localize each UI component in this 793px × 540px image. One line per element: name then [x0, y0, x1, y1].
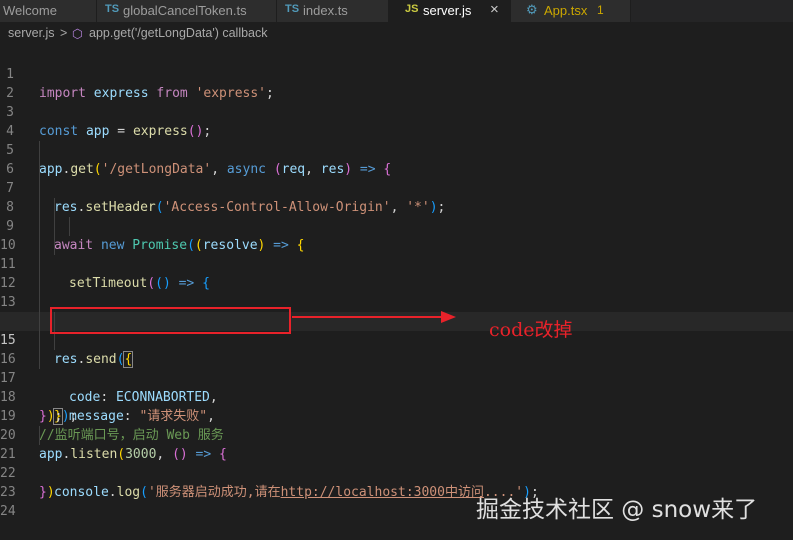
- code-line-13: 13: [0, 274, 793, 310]
- code-line-1: 1 import express from 'express';: [0, 46, 793, 101]
- indent-guide: [39, 236, 40, 255]
- indent-guide: [39, 179, 40, 198]
- close-icon[interactable]: ×: [490, 1, 499, 18]
- code-line-17: 17 });: [0, 350, 793, 425]
- code-line-22: 22 }): [0, 445, 793, 500]
- indent-guide: [39, 426, 40, 445]
- tab-label: App.tsx: [544, 3, 588, 18]
- code-line-23: 23: [0, 464, 793, 500]
- code-line-18: 18 });: [0, 369, 793, 424]
- tab-label: globalCancelToken.ts: [123, 3, 247, 18]
- cube-icon: ⬡: [72, 27, 83, 41]
- js-file-icon: JS: [405, 3, 419, 15]
- indent-guide: [39, 198, 40, 217]
- indent-guide: [69, 217, 70, 236]
- code-line-19: 19 //监听端口号，启动 Web 服务: [0, 388, 793, 443]
- tab-label: server.js: [423, 3, 472, 18]
- tab-globalcanceltoken[interactable]: TS globalCancelToken.ts: [97, 0, 277, 22]
- code-line-12: 12 });: [0, 255, 793, 329]
- code-line-20: 20 app.listen(3000, () => {: [0, 407, 793, 462]
- breadcrumb-separator: >: [60, 26, 68, 40]
- watermark: 掘金技术社区 @ snow来了: [476, 497, 758, 523]
- code-line-5: 5 app.get('/getLongData', async (req, re…: [0, 122, 793, 177]
- code-line-8: 8 await new Promise((resolve) => {: [0, 179, 793, 253]
- code-line-2: 2: [0, 65, 793, 101]
- problem-count-badge: 1: [597, 3, 604, 17]
- ts-file-icon: TS: [285, 3, 300, 15]
- code-line-11: 11 }, 500);: [0, 236, 793, 329]
- tab-index-ts[interactable]: TS index.ts: [277, 0, 389, 22]
- tab-label: Welcome: [3, 3, 57, 18]
- code-line-6: 6 res.setHeader('Access-Control-Allow-Or…: [0, 141, 793, 215]
- line-number: 24: [0, 504, 16, 519]
- tab-server-js[interactable]: JS server.js ×: [389, 0, 511, 22]
- editor-tab-bar: Welcome TS globalCancelToken.ts TS index…: [0, 0, 793, 22]
- ts-file-icon: TS: [105, 3, 120, 15]
- code-line-21: 21 console.log('服务器启动成功,请在http://localho…: [0, 426, 793, 500]
- code-line-3: 3 const app = express();: [0, 84, 793, 139]
- indent-guide: [39, 274, 40, 293]
- indent-guide: [39, 312, 40, 331]
- gear-icon: ⚙: [526, 2, 538, 17]
- indent-guide: [54, 236, 55, 255]
- breadcrumb-file[interactable]: server.js: [8, 26, 55, 40]
- arrow-line: [292, 316, 442, 318]
- arrow-head: [441, 311, 456, 323]
- indent-guide: [39, 255, 40, 274]
- code-line-9: 9 setTimeout(() => {: [0, 198, 793, 291]
- code-line-10: 10 resolve();: [0, 217, 793, 329]
- annotation-text: code改掉: [489, 319, 573, 341]
- highlight-box: [50, 307, 291, 334]
- breadcrumb-symbol[interactable]: app.get('/getLongData') callback: [89, 26, 268, 40]
- indent-guide: [54, 198, 55, 217]
- tab-label: index.ts: [303, 3, 348, 18]
- code-editor[interactable]: 1 import express from 'express'; 2 3 con…: [0, 46, 793, 519]
- code-line-4: 4: [0, 103, 793, 139]
- indent-guide: [39, 160, 40, 179]
- indent-guide: [39, 350, 40, 369]
- indent-guide: [39, 331, 40, 350]
- code-line-7: 7: [0, 160, 793, 196]
- indent-guide: [39, 141, 40, 160]
- indent-guide: [54, 217, 55, 236]
- tab-welcome[interactable]: Welcome: [0, 0, 97, 22]
- tab-app-tsx[interactable]: ⚙ App.tsx 1: [511, 0, 631, 22]
- indent-guide: [39, 217, 40, 236]
- indent-guide: [39, 293, 40, 312]
